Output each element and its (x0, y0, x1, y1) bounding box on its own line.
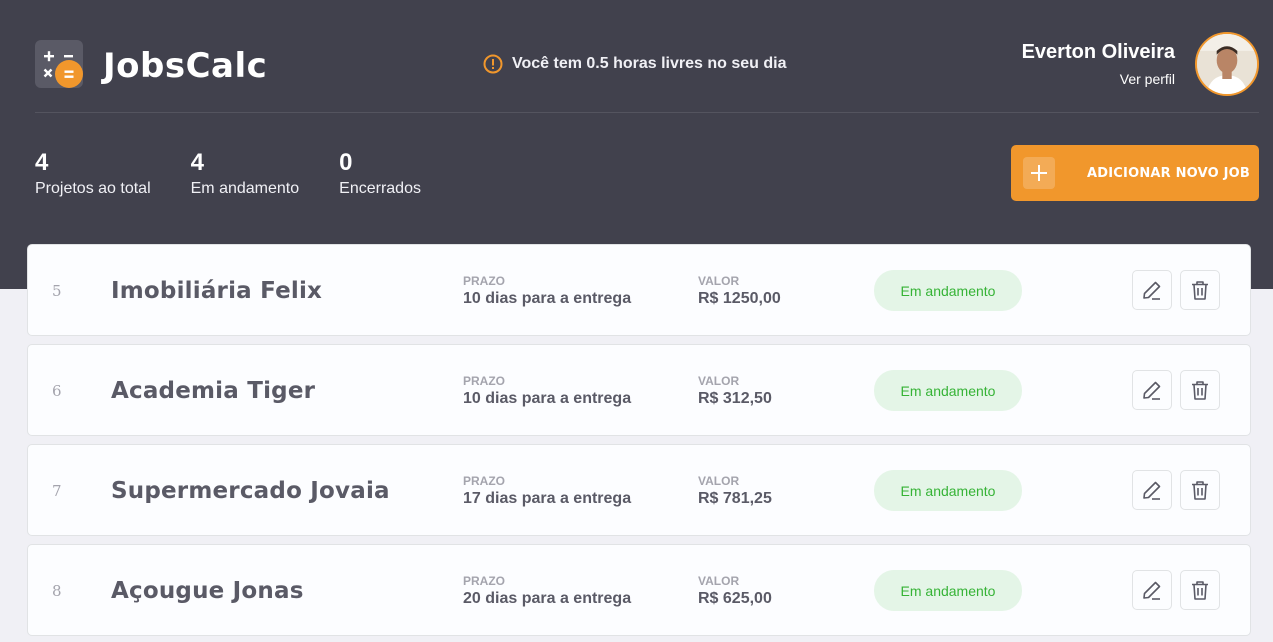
deadline-value: 10 dias para a entrega (463, 390, 632, 407)
add-new-job-label: ADICIONAR NOVO JOB (1087, 165, 1250, 181)
plus-icon (1023, 157, 1055, 189)
avatar-image (1197, 34, 1257, 94)
pencil-icon (1143, 281, 1161, 300)
stat-closed-value: 0 (339, 149, 353, 176)
job-card: 5 Imobiliária Felix PRAZO 10 dias para a… (27, 244, 1251, 336)
edit-job-button[interactable] (1132, 470, 1172, 510)
status-badge: Em andamento (874, 570, 1022, 611)
user-name: Everton Oliveira (1021, 41, 1175, 63)
deadline-label: PRAZO (463, 374, 505, 388)
pencil-icon (1143, 381, 1161, 400)
header-divider (35, 112, 1259, 113)
job-id: 8 (52, 582, 62, 600)
deadline-label: PRAZO (463, 474, 505, 488)
job-name: Imobiliária Felix (111, 278, 323, 304)
edit-job-button[interactable] (1132, 270, 1172, 310)
job-deadline: PRAZO 20 dias para a entrega (463, 574, 631, 608)
value-label: VALOR (698, 474, 740, 488)
value-amount: R$ 781,25 (698, 490, 772, 507)
alert-icon (483, 54, 503, 74)
job-id: 5 (52, 282, 62, 300)
job-value: VALOR R$ 625,00 (698, 574, 772, 608)
job-name: Supermercado Jovaia (111, 478, 390, 504)
avatar[interactable] (1195, 32, 1259, 96)
calculator-icon (35, 40, 83, 88)
pencil-icon (1143, 481, 1161, 500)
trash-icon (1192, 281, 1208, 300)
app-title: JobsCalc (103, 46, 268, 86)
job-value: VALOR R$ 1250,00 (698, 274, 781, 308)
job-deadline: PRAZO 17 dias para a entrega (463, 474, 631, 508)
delete-job-button[interactable] (1180, 270, 1220, 310)
delete-job-button[interactable] (1180, 570, 1220, 610)
job-id: 7 (52, 482, 62, 500)
job-value: VALOR R$ 781,25 (698, 474, 772, 508)
job-deadline: PRAZO 10 dias para a entrega (463, 374, 631, 408)
delete-job-button[interactable] (1180, 470, 1220, 510)
user-profile[interactable]: Everton Oliveira Ver perfil (1022, 32, 1259, 96)
trash-icon (1192, 581, 1208, 600)
value-amount: R$ 312,50 (698, 390, 772, 407)
value-label: VALOR (698, 574, 740, 588)
job-name: Açougue Jonas (111, 578, 304, 604)
stat-in-progress: 4 Em andamento (191, 150, 300, 198)
stat-in-progress-label: Em andamento (190, 180, 300, 197)
value-label: VALOR (698, 374, 740, 388)
job-id: 6 (52, 382, 62, 400)
status-badge: Em andamento (874, 270, 1022, 311)
job-list: 5 Imobiliária Felix PRAZO 10 dias para a… (27, 244, 1251, 642)
stat-total-value: 4 (35, 149, 49, 176)
trash-icon (1192, 381, 1208, 400)
value-amount: R$ 1250,00 (698, 290, 781, 307)
job-card: 6 Academia Tiger PRAZO 10 dias para a en… (27, 344, 1251, 436)
notice-text: Você tem 0.5 horas livres no seu dia (512, 55, 787, 72)
job-deadline: PRAZO 10 dias para a entrega (463, 274, 631, 308)
trash-icon (1192, 481, 1208, 500)
status-badge: Em andamento (874, 370, 1022, 411)
edit-job-button[interactable] (1132, 570, 1172, 610)
deadline-label: PRAZO (463, 274, 505, 288)
stat-total-label: Projetos ao total (35, 180, 151, 197)
value-amount: R$ 625,00 (698, 590, 772, 607)
deadline-value: 10 dias para a entrega (463, 290, 632, 307)
status-badge: Em andamento (874, 470, 1022, 511)
top-bar: JobsCalc Você tem 0.5 horas livres no se… (35, 32, 1259, 96)
job-card: 7 Supermercado Jovaia PRAZO 17 dias para… (27, 444, 1251, 536)
job-stats: 4 Projetos ao total 4 Em andamento 0 Enc… (35, 150, 461, 198)
stat-closed: 0 Encerrados (339, 150, 421, 198)
view-profile-link[interactable]: Ver perfil (1022, 71, 1175, 87)
pencil-icon (1143, 581, 1161, 600)
value-label: VALOR (698, 274, 740, 288)
add-new-job-button[interactable]: ADICIONAR NOVO JOB (1011, 145, 1259, 201)
job-name: Academia Tiger (111, 378, 316, 404)
stat-in-progress-value: 4 (190, 149, 204, 176)
deadline-value: 17 dias para a entrega (463, 490, 632, 507)
job-card: 8 Açougue Jonas PRAZO 20 dias para a ent… (27, 544, 1251, 636)
stat-total: 4 Projetos ao total (35, 150, 151, 198)
deadline-value: 20 dias para a entrega (463, 590, 632, 607)
deadline-label: PRAZO (463, 574, 505, 588)
delete-job-button[interactable] (1180, 370, 1220, 410)
edit-job-button[interactable] (1132, 370, 1172, 410)
job-value: VALOR R$ 312,50 (698, 374, 772, 408)
stat-closed-label: Encerrados (339, 180, 421, 197)
free-hours-notice: Você tem 0.5 horas livres no seu dia (483, 54, 786, 74)
